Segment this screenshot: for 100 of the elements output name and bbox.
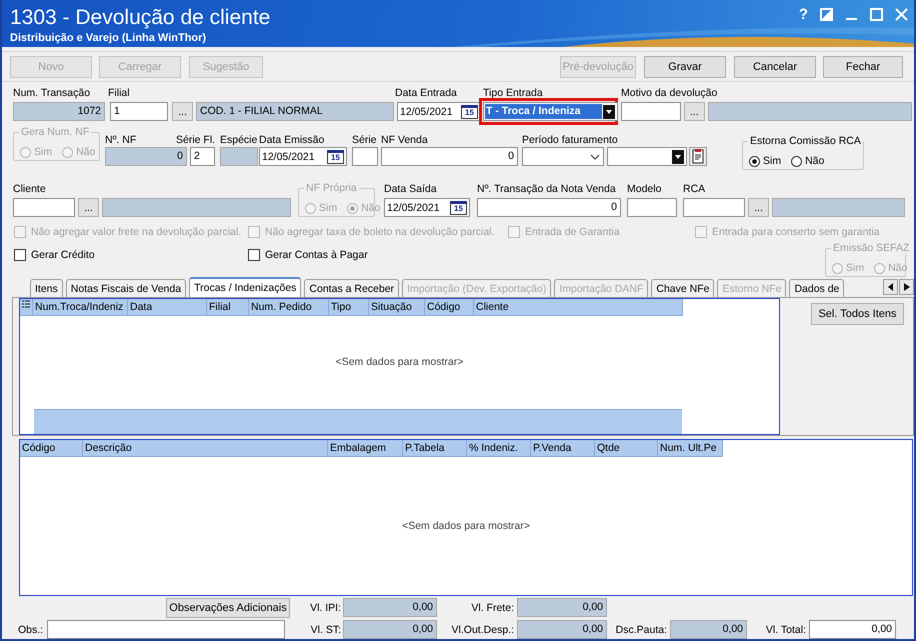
lookup-button[interactable]: ... <box>78 198 99 217</box>
calendar-icon[interactable]: 15 <box>450 200 467 214</box>
amount-field: 0,00 <box>670 620 747 639</box>
tab[interactable]: Dados de <box>789 279 844 297</box>
column-header[interactable]: Qtde <box>595 440 658 457</box>
scroll-left-button[interactable] <box>883 279 898 295</box>
field-label: Espécie <box>220 134 258 146</box>
column-header[interactable]: Num.Troca/Indeniz <box>33 299 128 316</box>
date-field[interactable]: 12/05/2021 15 <box>397 102 481 121</box>
column-header[interactable]: Descrição <box>83 440 328 457</box>
input-field[interactable]: 2 <box>190 147 215 166</box>
column-header[interactable]: Num. Ult.Pe <box>658 440 723 457</box>
maximize-icon[interactable] <box>870 8 883 21</box>
calendar-icon[interactable]: 15 <box>327 150 344 164</box>
field-label: Motivo da devolução <box>621 86 718 101</box>
field-label: Modelo <box>627 182 662 197</box>
field-label: Filial <box>108 86 131 101</box>
amount-field[interactable]: 0,00 <box>809 620 896 639</box>
amount-label: Vl. ST: <box>310 624 341 636</box>
input-field[interactable]: 0 <box>381 147 518 166</box>
scroll-right-button[interactable] <box>899 279 914 295</box>
column-header[interactable]: Cliente <box>474 299 683 316</box>
field-label: Obs.: <box>18 624 44 636</box>
window-subtitle: Distribuição e Varejo (Linha WinThor) <box>10 32 206 44</box>
toolbar-button[interactable]: Gravar <box>644 56 726 78</box>
column-menu-icon[interactable] <box>20 299 33 316</box>
input-field[interactable] <box>352 147 378 166</box>
lookup-button[interactable]: ... <box>172 102 193 121</box>
column-header[interactable]: Embalagem <box>328 440 403 457</box>
input-field[interactable]: COD. 1 - FILIAL NORMAL <box>196 102 394 121</box>
input-field[interactable] <box>47 620 286 639</box>
close-icon[interactable] <box>895 8 908 21</box>
notes-button[interactable]: Observações Adicionais <box>166 598 290 618</box>
tab[interactable]: Notas Fiscais de Venda <box>66 279 186 297</box>
window-title: 1303 - Devolução de cliente <box>10 6 270 30</box>
date-field[interactable]: 12/05/2021 15 <box>384 198 470 217</box>
lookup-button[interactable]: ... <box>748 198 769 217</box>
input-field[interactable] <box>627 198 677 217</box>
help-button[interactable]: ? <box>798 6 808 23</box>
checkbox[interactable]: Gerar Crédito <box>14 249 214 261</box>
input-field[interactable]: 0 <box>477 198 621 217</box>
field-label: Período faturamento <box>522 134 618 146</box>
column-header[interactable]: P.Venda <box>531 440 595 457</box>
empty-message: <Sem dados para mostrar> <box>334 356 464 368</box>
left-arrow-icon <box>888 283 894 291</box>
input-field[interactable] <box>683 198 745 217</box>
column-header[interactable]: P.Tabela <box>403 440 467 457</box>
lookup-button[interactable]: ... <box>684 102 705 121</box>
radio-circle-icon[interactable] <box>749 156 760 166</box>
checkbox[interactable]: Gerar Contas à Pagar <box>248 249 448 261</box>
field-label: Cliente <box>13 182 47 197</box>
tab[interactable]: Chave NFe <box>651 279 714 297</box>
column-header[interactable]: Num. Pedido <box>249 299 329 316</box>
input-field[interactable] <box>13 198 75 217</box>
amount-field: 0,00 <box>343 598 437 617</box>
input-field[interactable] <box>772 198 905 217</box>
dropdown[interactable]: T - Troca / Indeniza <box>483 102 618 121</box>
column-header[interactable]: Situação <box>369 299 425 316</box>
field-label: NF Venda <box>381 134 428 146</box>
field-label: Data Entrada <box>395 86 458 101</box>
clipboard-icon[interactable] <box>689 147 707 166</box>
amount-label: Vl. Total: <box>766 624 806 636</box>
column-header[interactable]: Tipo <box>329 299 369 316</box>
select-all-button[interactable]: Sel. Todos Itens <box>811 303 904 325</box>
toolbar-button[interactable]: Cancelar <box>734 56 816 78</box>
calendar-icon[interactable]: 15 <box>461 104 478 118</box>
radio-circle-icon[interactable] <box>791 156 802 166</box>
group-label: Estorna Comissão RCA <box>748 135 863 147</box>
radio-option[interactable]: Não <box>791 155 824 167</box>
toolbar-button[interactable]: Fechar <box>823 56 903 78</box>
field-label: Num. Transação <box>13 86 92 101</box>
contrast-icon[interactable] <box>820 8 833 21</box>
field-label: Nº. NF <box>105 134 136 146</box>
field-label: Série <box>352 134 377 146</box>
column-header[interactable]: Código <box>425 299 474 316</box>
input-field[interactable] <box>621 102 681 121</box>
input-field[interactable]: 0 <box>105 147 187 166</box>
input-field[interactable] <box>220 147 258 166</box>
amount-label: Dsc.Pauta: <box>616 624 667 636</box>
dropdown[interactable] <box>607 147 687 166</box>
input-field[interactable]: 1 <box>110 102 168 121</box>
group-label: NF Própria <box>304 182 359 194</box>
radio-option[interactable]: Sim <box>749 155 782 167</box>
tab[interactable]: Trocas / Indenizações <box>189 277 302 297</box>
field-label: Tipo Entrada <box>483 86 544 101</box>
group-label: Gera Num. NF <box>19 126 92 138</box>
column-header[interactable]: Filial <box>207 299 249 316</box>
date-field[interactable]: 12/05/2021 15 <box>259 147 347 166</box>
column-header[interactable]: % Indeniz. <box>467 440 531 457</box>
tab[interactable]: Contas a Receber <box>304 279 400 297</box>
column-header[interactable]: Código <box>20 440 83 457</box>
input-field[interactable] <box>708 102 912 121</box>
amount-field: 0,00 <box>343 620 437 639</box>
amount-field: 0,00 <box>517 620 607 639</box>
input-field[interactable]: 1072 <box>13 102 105 121</box>
amount-label: Vl. IPI: <box>310 602 341 614</box>
tab[interactable]: Itens <box>30 279 63 297</box>
column-header[interactable]: Data <box>128 299 207 316</box>
input-field[interactable] <box>102 198 291 217</box>
amount-field: 0,00 <box>517 598 607 617</box>
